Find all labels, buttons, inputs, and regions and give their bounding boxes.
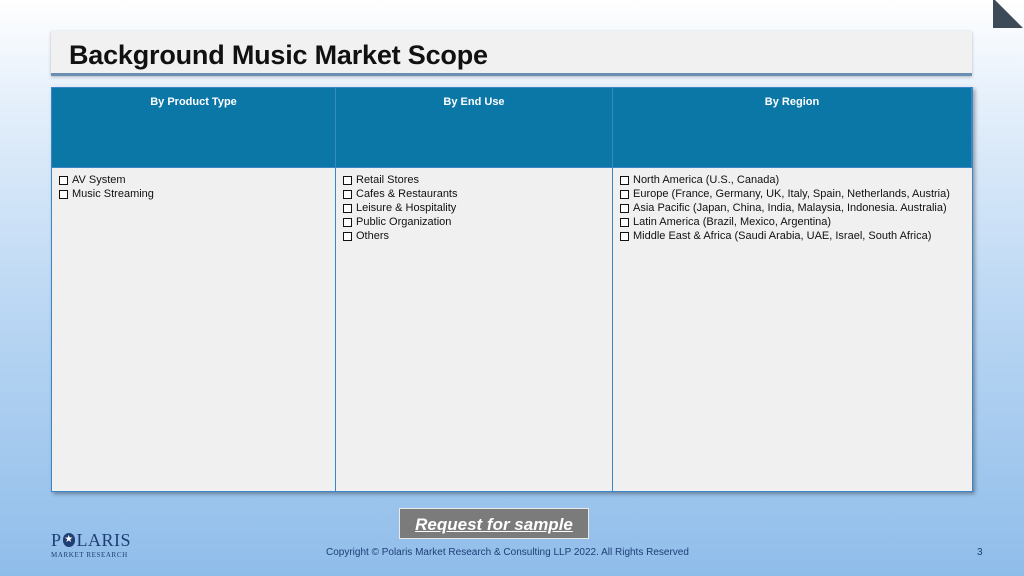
list-item: Public Organization: [342, 215, 606, 229]
list-item: Music Streaming: [58, 187, 329, 201]
checkbox-bullet-icon: [343, 190, 352, 199]
list-item: Retail Stores: [342, 173, 606, 187]
header-region: By Region: [613, 88, 972, 167]
logo-wordmark: P ★ LARIS: [51, 530, 131, 550]
checkbox-bullet-icon: [620, 218, 629, 227]
corner-triangle-decoration: [993, 0, 1023, 28]
request-sample-button[interactable]: Request for sample: [399, 508, 589, 539]
logo-subtitle: MARKET RESEARCH: [51, 551, 128, 559]
product-type-list: AV System Music Streaming: [58, 173, 329, 201]
checkbox-bullet-icon: [343, 176, 352, 185]
list-item: Middle East & Africa (Saudi Arabia, UAE,…: [619, 229, 966, 243]
polaris-logo: P ★ LARIS MARKET RESEARCH: [51, 531, 131, 563]
title-bar: Background Music Market Scope: [51, 31, 972, 76]
market-scope-table: By Product Type By End Use By Region AV …: [51, 87, 973, 492]
page-number: 3: [977, 547, 983, 558]
checkbox-bullet-icon: [343, 204, 352, 213]
end-use-list: Retail Stores Cafes & Restaurants Leisur…: [342, 173, 606, 243]
checkbox-bullet-icon: [343, 218, 352, 227]
cell-region: North America (U.S., Canada) Europe (Fra…: [613, 167, 972, 491]
header-end-use: By End Use: [336, 88, 613, 167]
checkbox-bullet-icon: [59, 190, 68, 199]
star-icon: ★: [62, 533, 76, 547]
cell-product-type: AV System Music Streaming: [52, 167, 336, 491]
list-item: Others: [342, 229, 606, 243]
checkbox-bullet-icon: [620, 190, 629, 199]
cell-end-use: Retail Stores Cafes & Restaurants Leisur…: [336, 167, 613, 491]
list-item: Latin America (Brazil, Mexico, Argentina…: [619, 215, 966, 229]
page-title: Background Music Market Scope: [69, 40, 488, 70]
checkbox-bullet-icon: [620, 176, 629, 185]
list-item: North America (U.S., Canada): [619, 173, 966, 187]
header-product-type: By Product Type: [52, 88, 336, 167]
checkbox-bullet-icon: [620, 232, 629, 241]
list-item: Cafes & Restaurants: [342, 187, 606, 201]
list-item: Leisure & Hospitality: [342, 201, 606, 215]
region-list: North America (U.S., Canada) Europe (Fra…: [619, 173, 966, 243]
checkbox-bullet-icon: [620, 204, 629, 213]
list-item: AV System: [58, 173, 329, 187]
checkbox-bullet-icon: [59, 176, 68, 185]
list-item: Europe (France, Germany, UK, Italy, Spai…: [619, 187, 966, 201]
checkbox-bullet-icon: [343, 232, 352, 241]
copyright-text: Copyright © Polaris Market Research & Co…: [326, 547, 689, 558]
list-item: Asia Pacific (Japan, China, India, Malay…: [619, 201, 966, 215]
